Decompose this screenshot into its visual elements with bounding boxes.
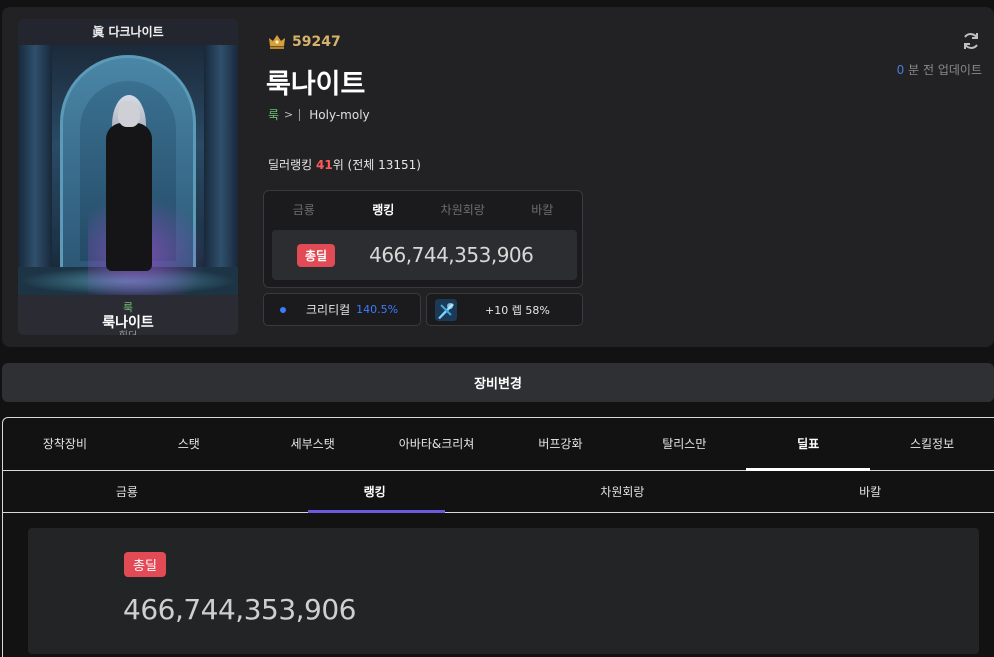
character-role: 힐더 [18, 331, 238, 335]
sub-tab-dimension[interactable]: 차원회랑 [499, 472, 747, 512]
refresh-icon[interactable] [960, 30, 982, 52]
character-portrait [18, 45, 238, 295]
character-card-title: 眞 다크나이트 [18, 19, 238, 45]
total-damage-card-value: 466,744,353,906 [123, 593, 356, 626]
update-status: 0 분 전 업데이트 [897, 61, 982, 78]
divider [299, 108, 301, 121]
tab-damage-table[interactable]: 딜표 [746, 418, 871, 471]
rank-prefix: 딜러랭킹 [268, 158, 316, 172]
weapon-text: +10 렙 58% [485, 303, 550, 317]
class-link[interactable]: 룩 [268, 106, 279, 123]
rank-box-tabs: 금룡 랭킹 차원회랑 바칼 [264, 201, 582, 218]
total-damage-value: 466,744,353,906 [369, 243, 534, 267]
tab-avatar-creature[interactable]: 아바타&크리쳐 [375, 418, 499, 470]
tab-detail-stats[interactable]: 세부스탯 [251, 418, 375, 470]
tab-skill-info[interactable]: 스킬정보 [870, 418, 994, 470]
tab-stats[interactable]: 스탯 [127, 418, 251, 470]
rank-summary-box: 금룡 랭킹 차원회랑 바칼 총딜 466,744,353,906 [263, 190, 583, 288]
dealer-ranking: 딜러랭킹 41위 (전체 13151) [268, 156, 421, 173]
tab-talisman[interactable]: 탈리스만 [622, 418, 746, 470]
rank-box-tab-ranking[interactable]: 랭킹 [344, 201, 424, 218]
main-tabs: 장착장비 스탯 세부스탯 아바타&크리쳐 버프강화 탈리스만 딜표 스킬정보 [3, 418, 994, 471]
sub-tab-bakal[interactable]: 바칼 [746, 472, 994, 512]
character-card: 眞 다크나이트 룩 룩나이트 힐더 [18, 19, 238, 335]
character-name: 룩나이트 [102, 315, 154, 331]
total-damage-badge: 총딜 [297, 243, 336, 267]
rank-box-value-row: 총딜 466,744,353,906 [272, 230, 577, 280]
weapon-icon [435, 298, 457, 321]
critical-label: 크리티컬 [306, 303, 351, 317]
rank-box-tab-gold-dragon[interactable]: 금룡 [264, 201, 344, 218]
rank-suffix: 위 (전체 13151) [332, 158, 421, 172]
weapon-stat: +10 렙 58% [426, 293, 583, 326]
guild-name[interactable]: Holy-moly [309, 108, 369, 122]
critical-stat: 크리티컬 140.5% [263, 293, 421, 326]
rank-box-tab-dimension[interactable]: 차원회랑 [423, 201, 503, 218]
fame-row: 59247 [268, 34, 341, 50]
fame-value: 59247 [292, 34, 341, 50]
guild-row: 룩 > Holy-moly [268, 106, 370, 123]
tab-equipment[interactable]: 장착장비 [3, 418, 127, 470]
detail-panel: 장착장비 스탯 세부스탯 아바타&크리쳐 버프강화 탈리스만 딜표 스킬정보 금… [2, 417, 994, 657]
fame-crown-icon [269, 35, 285, 49]
chevron-right-icon: > [284, 108, 294, 121]
sub-tabs: 금룡 랭킹 차원회랑 바칼 [3, 472, 994, 513]
rank-number: 41 [315, 158, 333, 172]
character-card-footer: 룩 룩나이트 힐더 [18, 295, 238, 335]
page-title: 룩나이트 [266, 69, 366, 100]
total-damage-card: 총딜 466,744,353,906 [28, 528, 979, 654]
change-equipment-button[interactable]: 장비변경 [2, 363, 994, 402]
character-class-tag: 룩 [122, 301, 134, 314]
total-damage-card-badge: 총딜 [124, 552, 166, 577]
update-label: 분 전 업데이트 [904, 63, 982, 77]
critical-value: 140.5% [356, 303, 399, 316]
sub-tab-gold-dragon[interactable]: 금룡 [3, 472, 251, 512]
sub-tab-ranking[interactable]: 랭킹 [251, 472, 499, 513]
critical-dot-icon [280, 306, 286, 313]
rank-box-tab-bakal[interactable]: 바칼 [503, 201, 583, 218]
tab-buff-enhance[interactable]: 버프강화 [499, 418, 623, 470]
